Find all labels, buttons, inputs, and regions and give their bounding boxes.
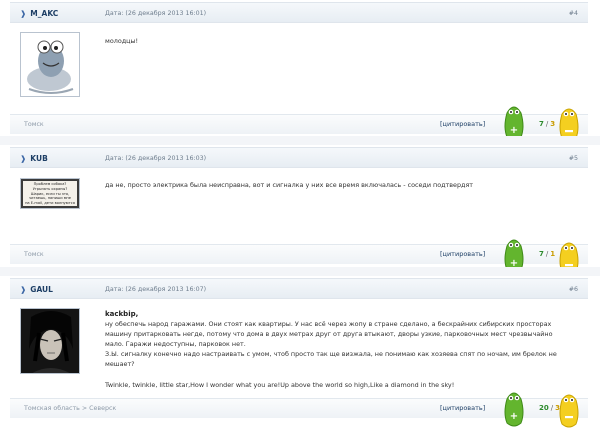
snail-avatar-icon: [21, 33, 79, 96]
post: ❱ M_AKC Дата: (26 декабря 2013 16:01) #4 …: [10, 2, 588, 134]
vote-up-icon[interactable]: +: [503, 389, 525, 427]
post-date: Дата: (26 декабря 2013 16:03): [105, 155, 207, 162]
arrow-right-icon: ❱: [20, 9, 27, 18]
post-number[interactable]: #6: [569, 286, 578, 293]
avatar[interactable]: Проблем собака? Угрызать охраны? Шарик, …: [20, 178, 80, 209]
avatar-sign: Проблем собака? Угрызать охраны? Шарик, …: [23, 181, 77, 206]
quote-button[interactable]: [цитировать]: [440, 404, 485, 412]
signature: Twinkle, twinkle, little star,How I wond…: [105, 381, 455, 389]
rating-negative: 3: [550, 120, 556, 128]
post-body: kackbip, ну обеспечь народ гаражами. Они…: [105, 309, 568, 390]
author-name[interactable]: ❱ M_AKC: [20, 9, 58, 18]
quote-button[interactable]: [цитировать]: [440, 250, 485, 258]
post-divider: [0, 267, 600, 276]
quote-button[interactable]: [цитировать]: [440, 120, 485, 128]
post-divider: [0, 136, 600, 145]
arrow-right-icon: ❱: [20, 285, 27, 294]
post-number[interactable]: #5: [569, 155, 578, 162]
rating-positive: 7: [539, 250, 544, 258]
post-header: ❱ KUB Дата: (26 декабря 2013 16:03) #5: [10, 147, 588, 168]
svg-text:+: +: [510, 411, 518, 422]
quoted-author[interactable]: kackbip,: [105, 309, 568, 319]
post-footer: Томск [цитировать] 7/1: [10, 244, 588, 264]
rating: 7/1: [539, 250, 556, 258]
rating-positive: 7: [539, 120, 544, 128]
avatar[interactable]: [20, 32, 80, 97]
post-body: молодцы!: [105, 37, 139, 45]
post-date: Дата: (26 декабря 2013 16:01): [105, 10, 207, 17]
post: ❱ GAUL Дата: (26 декабря 2013 16:07) #6 k…: [10, 278, 588, 418]
location: Томская область > Северск: [24, 405, 117, 412]
post-header: ❱ M_AKC Дата: (26 декабря 2013 16:01) #4: [10, 2, 588, 23]
post-footer: Томская область > Северск [цитировать] 2…: [10, 398, 588, 418]
location: Томск: [24, 121, 44, 128]
rating: 20/3: [539, 404, 560, 412]
vote-down-icon[interactable]: [558, 392, 580, 428]
post: ❱ KUB Дата: (26 декабря 2013 16:03) #5 Пр…: [10, 147, 588, 264]
post-header: ❱ GAUL Дата: (26 декабря 2013 16:07) #6: [10, 278, 588, 299]
avatar[interactable]: [20, 308, 80, 374]
arrow-right-icon: ❱: [20, 154, 27, 163]
post-date: Дата: (26 декабря 2013 16:07): [105, 286, 207, 293]
post-footer: Томск [цитировать] 7/3: [10, 114, 588, 134]
location: Томск: [24, 251, 44, 258]
post-number[interactable]: #4: [569, 10, 578, 17]
svg-text:+: +: [510, 125, 518, 136]
dark-character-avatar-icon: [21, 309, 79, 373]
post-body: да не, просто электрика была неисправна,…: [105, 181, 474, 189]
author-name[interactable]: ❱ KUB: [20, 154, 48, 163]
rating: 7/3: [539, 120, 556, 128]
author-name[interactable]: ❱ GAUL: [20, 285, 53, 294]
rating-negative: 1: [550, 250, 556, 258]
rating-positive: 20: [539, 404, 549, 412]
